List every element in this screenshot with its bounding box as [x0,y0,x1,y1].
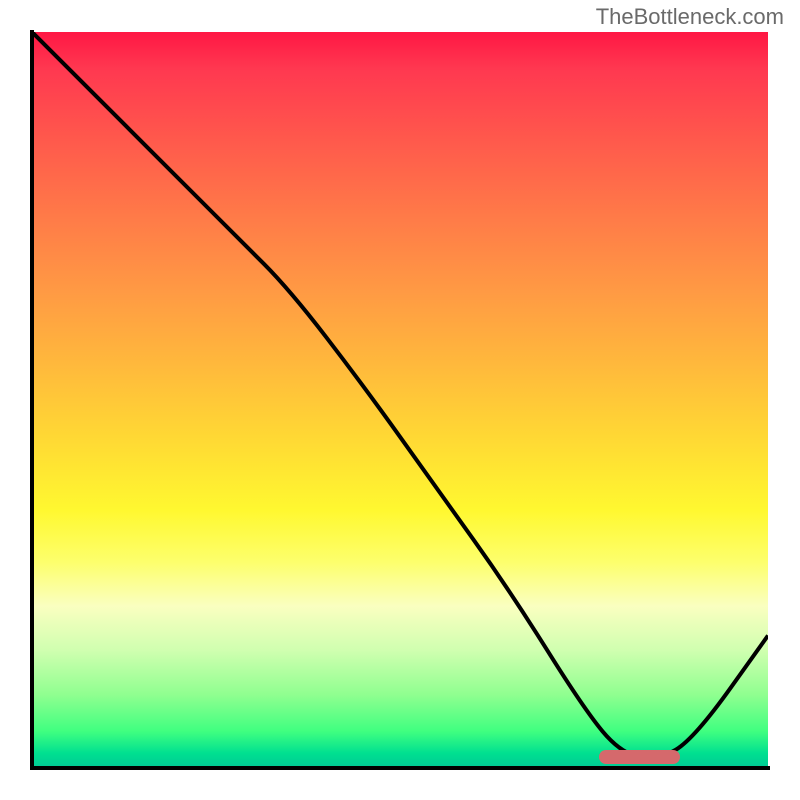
optimal-marker [599,750,680,764]
watermark-text: TheBottleneck.com [596,4,784,30]
bottleneck-curve [32,32,768,768]
chart-container: TheBottleneck.com [0,0,800,800]
